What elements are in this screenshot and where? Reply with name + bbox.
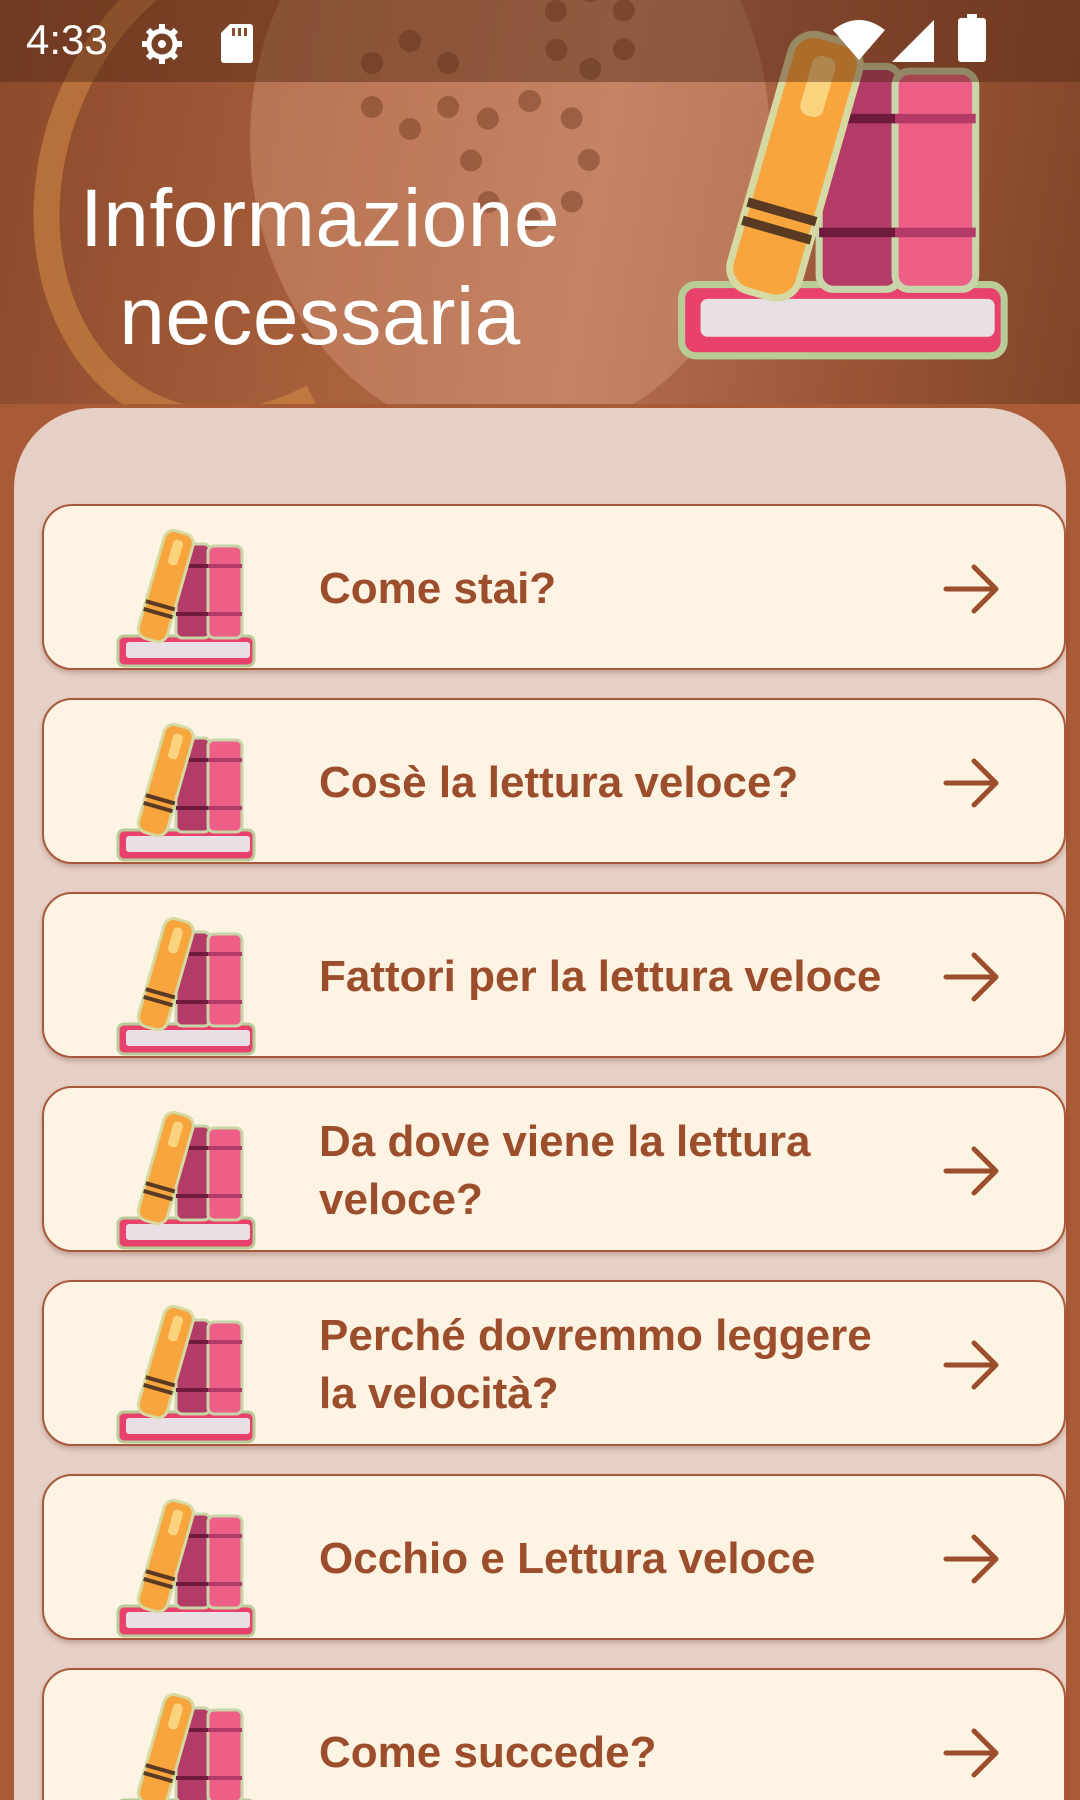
list-item-cose-lettura-veloce[interactable]: Cosè la lettura veloce?: [42, 698, 1066, 864]
list-item-come-succede[interactable]: Come succede?: [42, 1668, 1066, 1800]
books-icon: [114, 1486, 264, 1642]
list-item-label: Cosè la lettura veloce?: [319, 758, 799, 807]
sd-card-icon: [221, 24, 253, 63]
arrow-right-icon: [942, 1144, 1002, 1198]
status-time: 4:33: [26, 16, 108, 63]
list-item-label: Come stai?: [319, 564, 557, 613]
arrow-right-icon: [942, 1338, 1002, 1392]
books-icon: [114, 1098, 264, 1254]
arrow-right-icon: [942, 1726, 1002, 1780]
wifi-icon: [833, 20, 885, 60]
books-icon: [114, 904, 264, 1060]
list-item-fattori-lettura-veloce[interactable]: Fattori per la lettura veloce: [42, 892, 1066, 1058]
app-screen: Informazione necessaria 4:33 Come stai? …: [0, 0, 1080, 1800]
list-item-label: Occhio e Lettura veloce: [319, 1534, 816, 1583]
list-item-label: Perché dovremmo leggere la velocità?: [319, 1311, 872, 1418]
arrow-right-icon: [942, 1532, 1002, 1586]
battery-icon: [958, 14, 986, 62]
cell-signal-icon: [892, 20, 934, 62]
arrow-right-icon: [942, 950, 1002, 1004]
books-icon: [114, 1680, 264, 1800]
list-item-perche-dovremmo[interactable]: Perché dovremmo leggere la velocità?: [42, 1280, 1066, 1446]
settings-gear-icon: [142, 24, 182, 64]
books-icon: [114, 710, 264, 866]
list-item-occhio-lettura[interactable]: Occhio e Lettura veloce: [42, 1474, 1066, 1640]
list-item-label: Come succede?: [319, 1728, 657, 1777]
list-item-da-dove-viene[interactable]: Da dove viene la lettura veloce?: [42, 1086, 1066, 1252]
page-title: Informazione necessaria: [79, 173, 561, 362]
arrow-right-icon: [942, 562, 1002, 616]
status-bar: 4:33: [0, 0, 1080, 82]
list-item-label: Fattori per la lettura veloce: [319, 952, 882, 1001]
arrow-right-icon: [942, 756, 1002, 810]
books-icon: [114, 516, 264, 672]
list-item-come-stai[interactable]: Come stai?: [42, 504, 1066, 670]
books-icon: [114, 1292, 264, 1448]
content-panel: Come stai? Cosè la lettura veloce? Fatto…: [14, 408, 1066, 1800]
list-item-label: Da dove viene la lettura veloce?: [319, 1117, 811, 1224]
